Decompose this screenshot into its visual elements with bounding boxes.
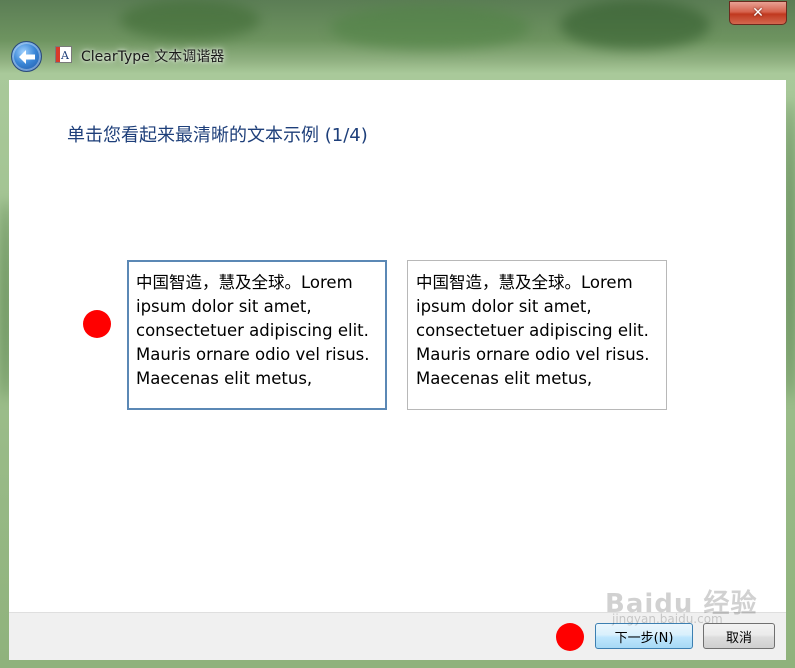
text-sample-1[interactable]: 中国智造，慧及全球。Lorem ipsum dolor sit amet, co… xyxy=(127,260,387,410)
cancel-button[interactable]: 取消 xyxy=(703,623,775,649)
next-button[interactable]: 下一步(N) xyxy=(595,623,693,649)
svg-text:A: A xyxy=(60,49,70,62)
sample-line: Mauris ornare odio vel risus. xyxy=(136,345,370,364)
red-marker-dot xyxy=(556,623,584,651)
sample-line: consectetuer adipiscing elit. xyxy=(136,321,369,340)
sample-line: ipsum dolor sit amet, xyxy=(416,297,592,316)
sample-line: Maecenas elit metus, xyxy=(136,369,313,388)
red-marker-dot xyxy=(83,310,111,338)
close-button[interactable]: ✕ xyxy=(729,1,787,25)
sample-line: Mauris ornare odio vel risus. xyxy=(416,345,650,364)
close-icon: ✕ xyxy=(752,5,764,21)
text-sample-2[interactable]: 中国智造，慧及全球。Lorem ipsum dolor sit amet, co… xyxy=(407,260,667,410)
sample-line: 中国智造，慧及全球。Lorem xyxy=(416,273,633,292)
sample-line: consectetuer adipiscing elit. xyxy=(416,321,649,340)
back-arrow-icon xyxy=(18,49,35,64)
back-button[interactable] xyxy=(11,41,42,72)
title-bar[interactable]: ✕ A ClearType 文本调谐器 xyxy=(0,0,795,80)
cleartype-icon: A xyxy=(55,46,72,63)
content-pane: 单击您看起来最清晰的文本示例 (1/4) 中国智造，慧及全球。Lorem ips… xyxy=(9,80,786,612)
window-title: ClearType 文本调谐器 xyxy=(81,49,225,65)
sample-line: Maecenas elit metus, xyxy=(416,369,593,388)
page-heading: 单击您看起来最清晰的文本示例 (1/4) xyxy=(67,125,368,146)
cleartype-window: ✕ A ClearType 文本调谐器 单击您看起来最清晰的文本示例 (1/4)… xyxy=(0,0,795,668)
sample-line: 中国智造，慧及全球。Lorem xyxy=(136,273,353,292)
sample-line: ipsum dolor sit amet, xyxy=(136,297,312,316)
baidu-watermark-url: jingyan.baidu.com xyxy=(612,612,723,626)
